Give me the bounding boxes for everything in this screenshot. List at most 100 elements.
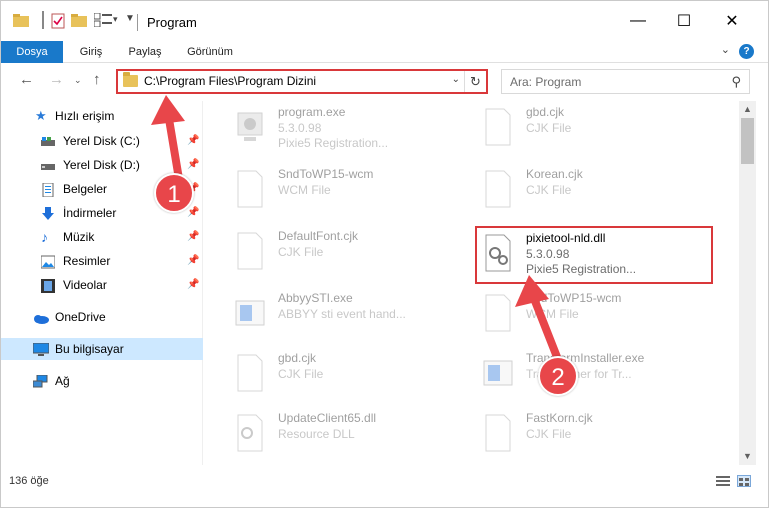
pin-icon[interactable]: 📌 — [187, 226, 199, 248]
tab-share[interactable]: Paylaş — [119, 41, 171, 63]
customize-toolbar-icon[interactable]: ▼ — [125, 13, 135, 24]
app-icon — [482, 353, 514, 393]
details-view-icon[interactable] — [716, 475, 730, 487]
file-type: CJK File — [526, 121, 572, 135]
navigation-bar: ← → ⌄ ↑ C:\Program Files\Program Dizini … — [1, 64, 768, 98]
help-icon[interactable]: ? — [739, 44, 754, 59]
sidebar-item-onedrive[interactable]: OneDrive — [1, 306, 203, 328]
file-name: DefaultFont.cjk — [278, 229, 359, 243]
sidebar-item-label: Hızlı erişim — [55, 109, 115, 123]
chevron-down-icon[interactable]: ⌄ — [452, 74, 460, 85]
chevron-down-icon[interactable]: ⌄ — [74, 75, 82, 86]
large-icons-view-icon[interactable] — [737, 475, 751, 487]
forward-arrow-icon[interactable]: → — [49, 71, 64, 88]
sidebar-item-quick-access[interactable]: ★ Hızlı erişim — [1, 105, 203, 127]
explorer-window: ▾ ▼ Program — ☐ ✕ Dosya Giriş Paylaş Gör… — [0, 0, 769, 508]
sidebar-item-label: Yerel Disk (D:) — [63, 158, 140, 172]
tab-home[interactable]: Giriş — [67, 41, 115, 63]
minimize-button[interactable]: — — [615, 1, 661, 41]
vertical-scrollbar[interactable]: ▲ ▼ — [739, 101, 756, 465]
file-item[interactable]: Korean.cjk CJK File — [474, 163, 714, 215]
up-arrow-icon[interactable]: ↑ — [93, 71, 101, 88]
file-type: WCM File — [278, 183, 331, 197]
sidebar-item-network[interactable]: Ağ — [1, 370, 203, 392]
pin-icon[interactable]: 📌 — [187, 154, 199, 176]
sidebar-item-label: Ağ — [55, 374, 70, 388]
file-type: CJK File — [526, 183, 572, 197]
address-bar[interactable]: C:\Program Files\Program Dizini ⌄ ↻ — [116, 69, 488, 94]
file-item[interactable]: SndToWP15-wcm WCM File — [226, 163, 466, 215]
tab-view[interactable]: Görünüm — [177, 41, 243, 63]
file-type: Resource DLL — [278, 427, 355, 441]
music-icon: ♪ — [41, 229, 48, 245]
file-item[interactable]: gbd.cjk CJK File — [226, 347, 466, 399]
sidebar-item-videos[interactable]: Videolar 📌 — [1, 274, 203, 296]
file-item[interactable]: SndToWP15-wcm WCM File — [474, 287, 714, 339]
file-icon — [234, 169, 266, 209]
view-options-icon[interactable] — [93, 12, 112, 30]
app-icon — [234, 293, 266, 333]
drive-icon — [41, 134, 55, 148]
chevron-down-icon[interactable]: ▾ — [113, 14, 118, 25]
pin-icon[interactable]: 📌 — [187, 274, 199, 296]
address-path[interactable]: C:\Program Files\Program Dizini — [144, 74, 316, 88]
ribbon-tabs: Dosya Giriş Paylaş Görünüm ⌄ ? — [1, 41, 768, 63]
computer-icon — [32, 342, 50, 356]
file-item[interactable]: TransformInstaller.exe Transformer for T… — [474, 347, 714, 399]
callout-2: 2 — [538, 356, 578, 396]
file-item[interactable]: program.exe 5.3.0.98 Pixie5 Registration… — [226, 101, 466, 153]
file-version: 5.3.0.98 — [278, 121, 322, 135]
file-name: gbd.cjk — [526, 105, 565, 119]
back-arrow-icon[interactable]: ← — [19, 71, 34, 88]
pin-icon[interactable]: 📌 — [187, 250, 199, 272]
minimize-icon: — — [630, 12, 646, 29]
file-icon — [482, 293, 514, 333]
maximize-button[interactable]: ☐ — [661, 1, 707, 41]
file-name: UpdateClient65.dll — [278, 411, 377, 425]
scroll-down-icon[interactable]: ▼ — [739, 448, 756, 465]
search-placeholder: Ara: Program — [510, 75, 582, 89]
file-type: CJK File — [278, 245, 324, 259]
file-name: FastKorn.cjk — [526, 411, 593, 425]
checkmark-doc-icon[interactable] — [51, 13, 65, 32]
file-name: SndToWP15-wcm — [526, 291, 622, 305]
title-bar: ▾ ▼ Program — ☐ ✕ — [1, 1, 768, 41]
file-item[interactable]: gbd.cjk CJK File — [474, 101, 714, 153]
sidebar-item-music[interactable]: ♪ Müzik 📌 — [1, 226, 203, 248]
file-item[interactable]: AbbyySTI.exe ABBYY sti event hand... — [226, 287, 466, 339]
dll-icon — [234, 413, 266, 453]
network-icon — [32, 374, 48, 388]
sidebar-item-label: Bu bilgisayar — [55, 342, 124, 356]
file-item[interactable]: UpdateClient65.dll Resource DLL — [226, 407, 466, 459]
refresh-icon[interactable]: ↻ — [464, 71, 486, 92]
tab-file[interactable]: Dosya — [1, 41, 63, 63]
sidebar-item-pictures[interactable]: Resimler 📌 — [1, 250, 203, 272]
chevron-down-icon[interactable]: ⌄ — [721, 43, 730, 56]
maximize-icon: ☐ — [676, 13, 692, 30]
file-name: program.exe — [278, 105, 346, 119]
documents-icon — [41, 182, 55, 198]
file-icon — [234, 231, 266, 271]
close-button[interactable]: ✕ — [709, 1, 755, 41]
properties-icon[interactable] — [39, 11, 49, 32]
sidebar-item-label: Belgeler — [63, 182, 108, 196]
sidebar-item-this-pc[interactable]: Bu bilgisayar — [1, 338, 203, 360]
search-input[interactable]: Ara: Program ⚲ — [501, 69, 750, 94]
file-item[interactable]: FastKorn.cjk CJK File — [474, 407, 714, 459]
file-icon — [482, 107, 514, 147]
file-name: Korean.cjk — [526, 167, 583, 181]
downloads-icon — [41, 206, 55, 220]
search-icon[interactable]: ⚲ — [731, 74, 741, 90]
scroll-thumb[interactable] — [741, 118, 754, 164]
sidebar-item-label: Yerel Disk (C:) — [63, 134, 140, 148]
file-item[interactable]: DefaultFont.cjk CJK File — [226, 225, 466, 277]
status-bar: 136 öğe — [1, 469, 768, 493]
pin-icon[interactable]: 📌 — [187, 130, 199, 152]
file-icon — [482, 413, 514, 453]
new-folder-icon[interactable] — [71, 13, 87, 30]
sidebar-item-label: OneDrive — [55, 310, 106, 324]
sidebar-item-disk-c[interactable]: Yerel Disk (C:) 📌 — [1, 130, 203, 152]
file-icon — [482, 169, 514, 209]
file-description: ABBYY sti event hand... — [278, 307, 406, 321]
scroll-up-icon[interactable]: ▲ — [739, 101, 756, 118]
